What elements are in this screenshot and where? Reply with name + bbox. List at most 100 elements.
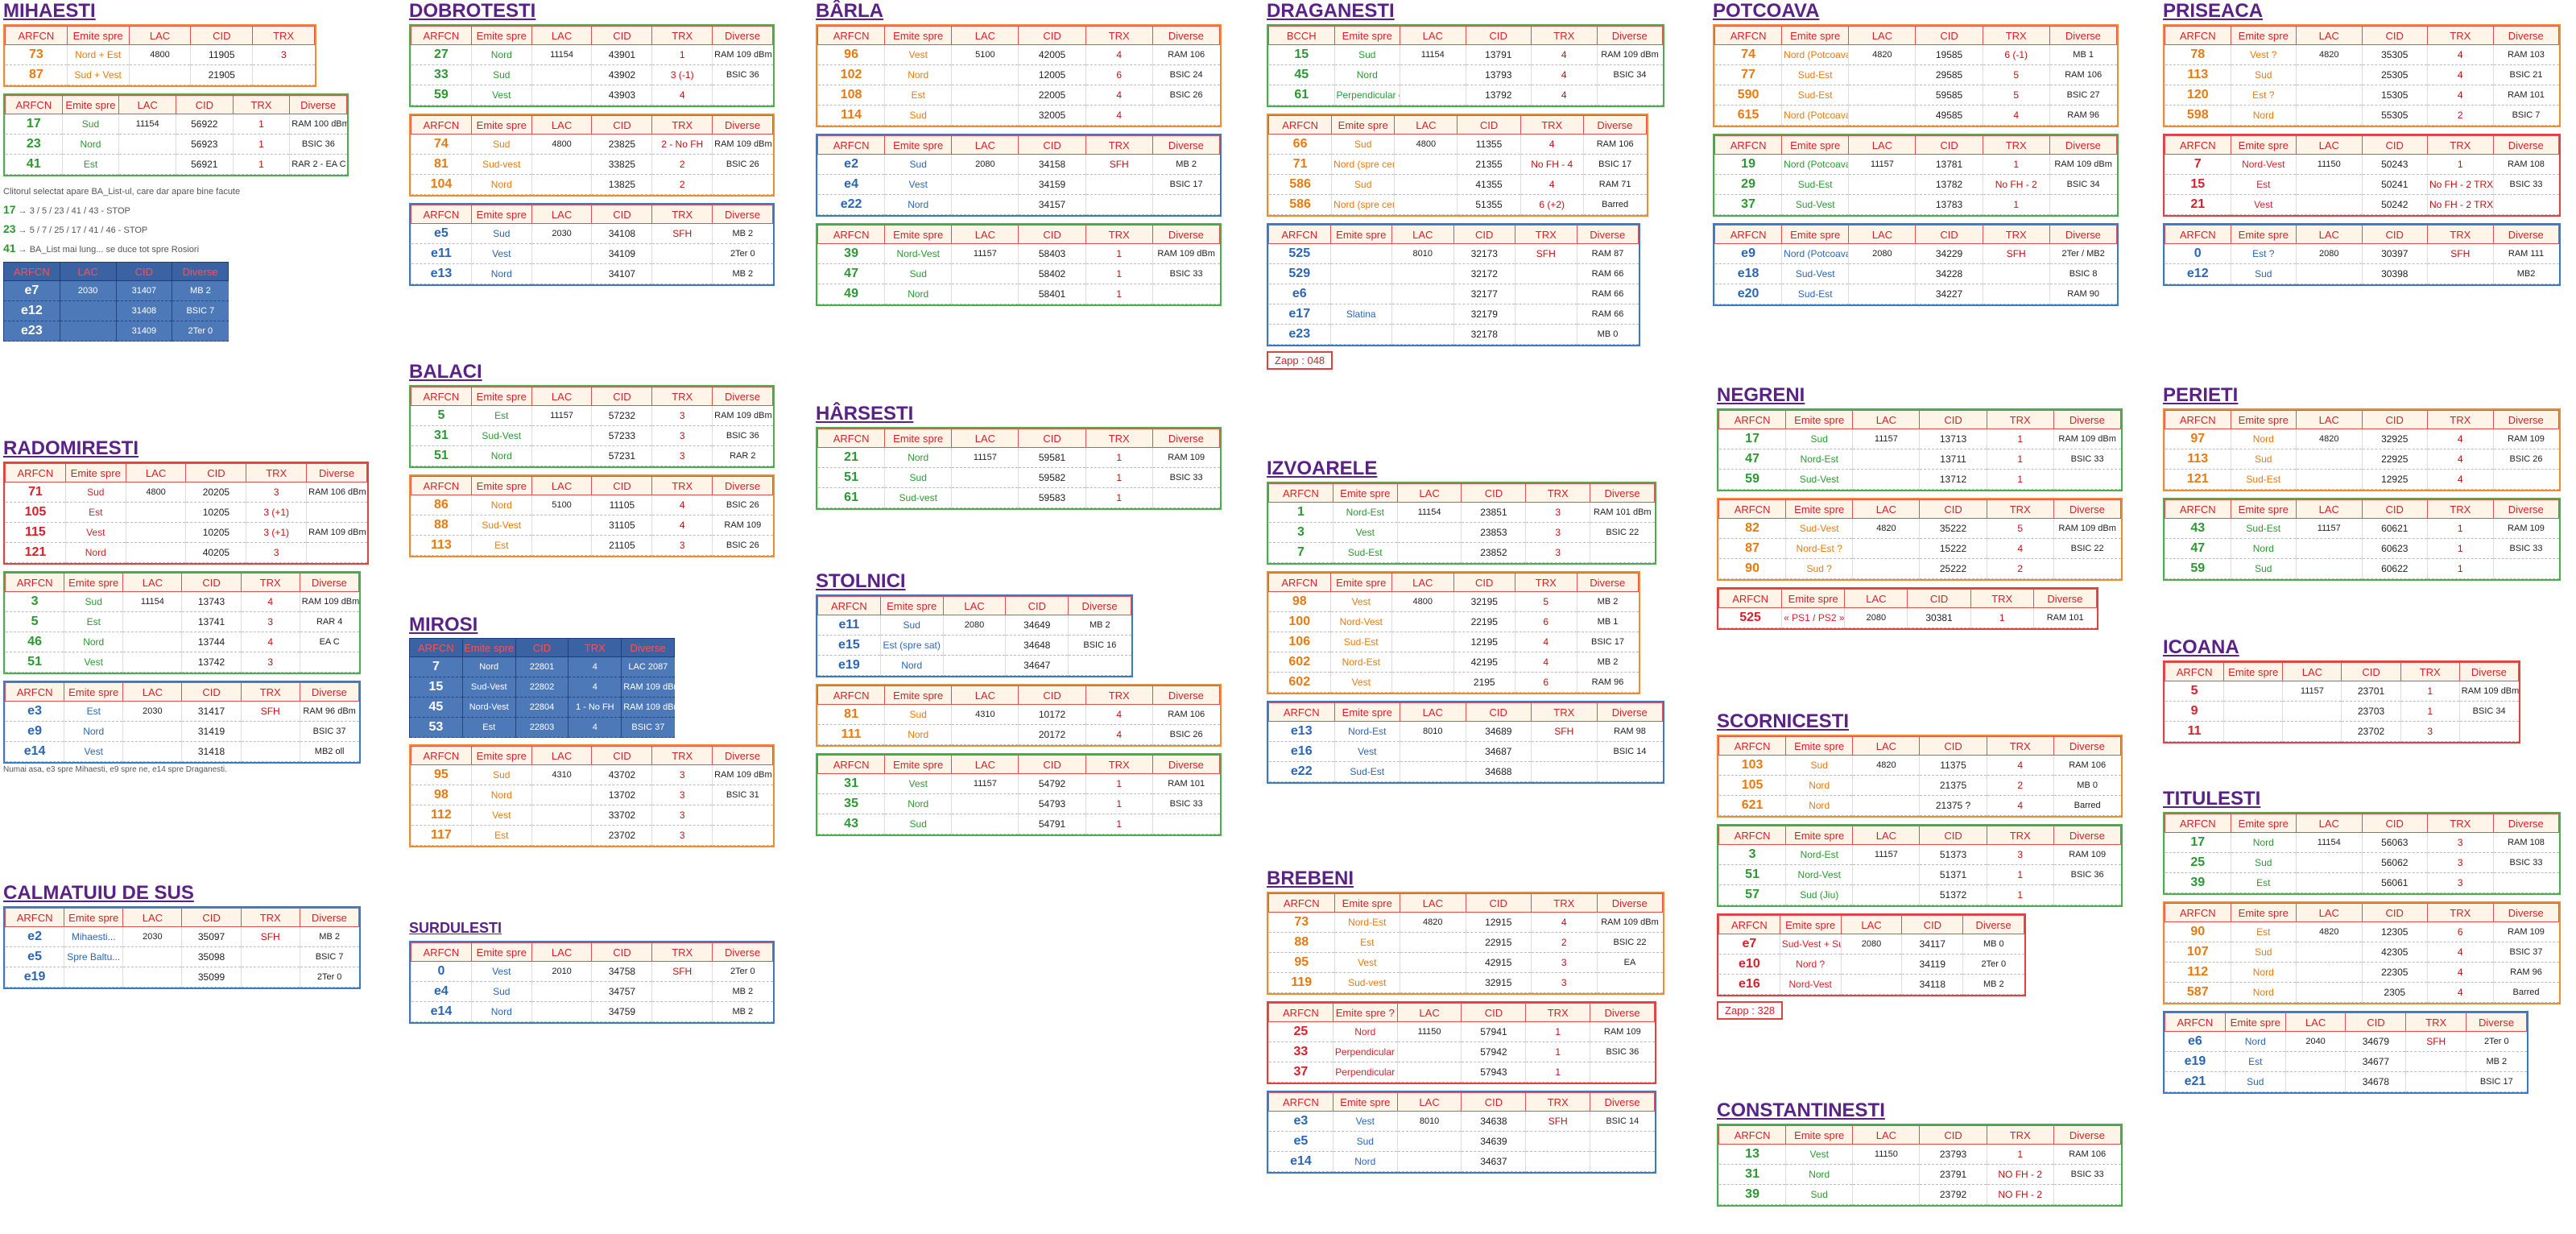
table-cell: RAM 106 (2053, 755, 2121, 776)
table-cell: Est (2230, 872, 2297, 893)
column-header: Diverse (1590, 483, 1655, 503)
table-cell: 11157 (951, 447, 1019, 468)
column-header: LAC (125, 463, 187, 482)
table-cell (1852, 449, 1920, 470)
table-row: 98 Nord 13702 3 BSIC 31 (411, 785, 773, 805)
table-cell: RAM 109 dBm (2458, 681, 2519, 702)
table-cell: 4 (651, 85, 713, 106)
column-header: TRX (1085, 225, 1153, 244)
table-cell: No FH - 2 (1982, 174, 2050, 195)
table-cell: 4820 (1852, 518, 1920, 539)
table-cell: Barred (1582, 194, 1647, 215)
table-cell: Vest (470, 961, 532, 982)
table-cell: Vest (1332, 1111, 1398, 1132)
table-cell: 21 (2165, 194, 2231, 215)
table-cell: 77 (1714, 64, 1782, 85)
table-cell: BSIC 22 (2053, 538, 2121, 559)
table-cell (531, 515, 592, 536)
table-cell: 25 (1268, 1021, 1333, 1042)
table-cell (59, 321, 116, 342)
table-cell: 35222 (1919, 518, 1987, 539)
table-cell (2296, 982, 2362, 1003)
table-cell (2223, 681, 2283, 702)
table-cell: 34228 (1915, 263, 1983, 284)
table-cell: 71 (5, 482, 66, 503)
table-cell: 56062 (2361, 852, 2428, 873)
table-cell: 111 (817, 724, 885, 745)
column-header: LAC (1396, 1092, 1462, 1112)
table-cell: 34107 (591, 263, 652, 284)
table-cell: RAM 96 (2049, 105, 2117, 126)
table-cell: RAM 98 (1596, 721, 1663, 742)
table-cell: Vest (470, 243, 532, 264)
table-cell: 3 (651, 825, 713, 846)
column-header: CID (1465, 702, 1532, 722)
column-header: ARFCN (5, 463, 66, 482)
table-cell: 13702 (591, 785, 652, 805)
table-cell: Est (470, 535, 532, 556)
table-cell: 22804 (515, 697, 569, 718)
column-header: ARFCN (817, 755, 886, 774)
table-cell: Sud-Est (1781, 284, 1849, 304)
table-cell: 1 (1525, 1021, 1590, 1042)
table-cell: 47 (2165, 538, 2231, 559)
table-cell: 23853 (1461, 522, 1526, 543)
table-cell: 31419 (181, 721, 242, 742)
table-cell: RAR 2 (712, 445, 773, 466)
table-cell: RAM 101 (2032, 607, 2097, 628)
table-cell: Est (1333, 932, 1400, 953)
table-cell: 6 (1085, 64, 1153, 85)
column-header: CID (591, 942, 653, 962)
column-header: TRX (2427, 903, 2494, 922)
table-cell: e6 (2165, 1031, 2226, 1052)
table-cell (1391, 672, 1453, 693)
table-cell (128, 64, 191, 85)
table-cell: 11157 (1852, 429, 1920, 449)
table-cell: 106 (1268, 631, 1330, 652)
table-row: 105 Est 10205 3 (+1) (5, 502, 367, 523)
column-header: Diverse (299, 682, 360, 702)
table-cell: 42305 (2361, 942, 2428, 963)
table-cell: 5 (4, 611, 64, 632)
note-line: 17 → 3 / 5 / 23 / 41 / 43 - STOP (3, 203, 130, 216)
cell-table: ARFCN Emite spre LAC CID TRX Diverse e6 Nord 204… (2163, 1011, 2528, 1094)
table-cell: 3 (1531, 952, 1597, 973)
table-cell: 29 (1714, 174, 1782, 195)
table-row: 15 Sud 11154 13791 4 RAM 109 dBm (1268, 44, 1663, 65)
table-cell: Sud-Vest (1781, 263, 1849, 284)
table-cell (1400, 952, 1466, 973)
table-cell: 34118 (1901, 974, 1963, 995)
table-row: 27 Nord 11154 43901 1 RAM 109 dBm (411, 44, 773, 65)
table-row: 95 Vest 42915 3 EA (1268, 952, 1663, 973)
table-cell: 22925 (2361, 449, 2428, 470)
column-header: TRX (2427, 26, 2494, 45)
table-cell: 4820 (2296, 429, 2362, 449)
column-header: Diverse (1152, 26, 1221, 45)
column-header: BCCH (1268, 26, 1335, 45)
column-header: Emite spre (470, 205, 532, 224)
column-header: TRX (252, 26, 315, 45)
table-cell: EA (1596, 952, 1663, 973)
table-cell: BSIC 37 (299, 721, 359, 742)
table-cell: 4 (240, 591, 300, 612)
table-cell: 27 (411, 44, 472, 65)
table-cell: 8010 (1391, 243, 1453, 264)
table-cell: 3 (2427, 832, 2493, 853)
table-cell: 42195 (1453, 652, 1515, 673)
column-header: Emite spre (2230, 135, 2297, 155)
site-icoana: ICOANA ARFCN Emite spre LAC CID TRX Diverse 5 1… (2163, 636, 2525, 750)
table-cell: 1 (1986, 469, 2054, 490)
table-cell: Vest (2230, 194, 2297, 215)
table-cell (2296, 263, 2362, 284)
table-cell: 11154 (531, 44, 592, 65)
table-cell (712, 805, 773, 826)
cell-table: ARFCN Emite spre LAC CID Diverse e7 Sud-Vest +… (1717, 913, 2026, 996)
column-header: TRX (1982, 225, 2050, 244)
column-header: LAC (122, 682, 183, 702)
table-cell: 3 (1525, 502, 1590, 523)
table-cell: 31418 (181, 741, 242, 762)
table-cell: 3 (246, 482, 307, 503)
table-cell: MB 0 (1576, 324, 1639, 345)
table-row: 17 Sud 11154 56922 1 RAM 100 dBm (5, 114, 347, 135)
table-cell: 23 (5, 134, 63, 155)
